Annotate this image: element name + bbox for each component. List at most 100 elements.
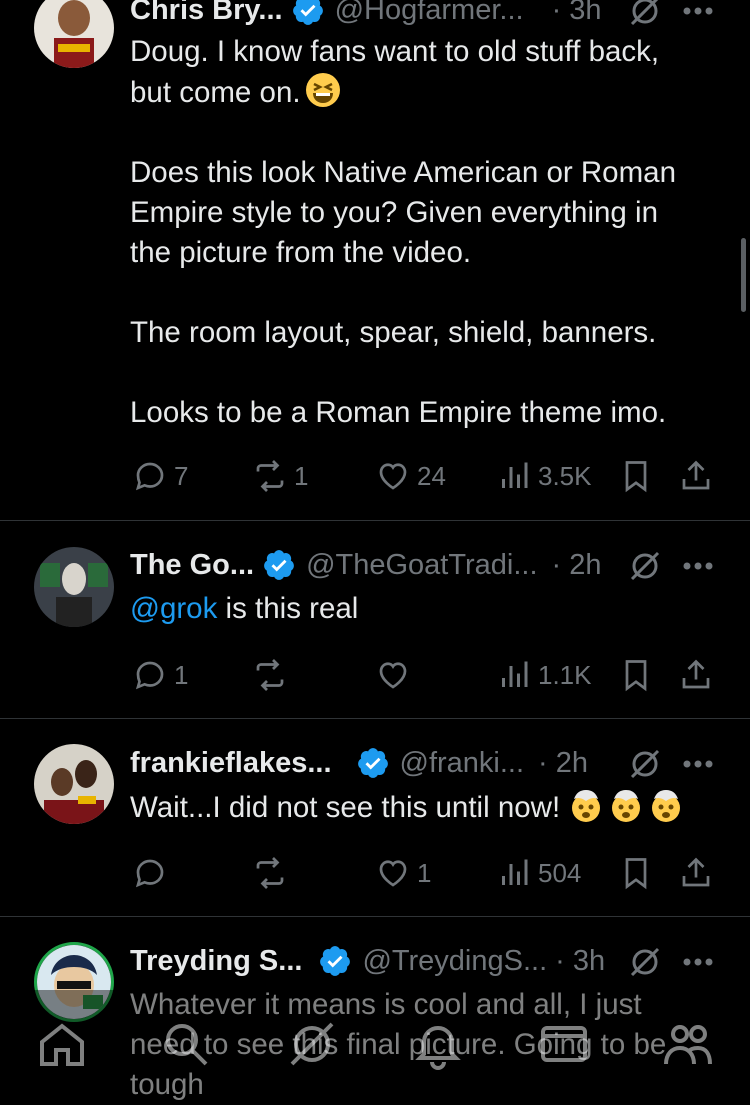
text-line: but come on. <box>130 72 710 113</box>
text-span: Wait...I did not see this until now! <box>130 791 561 824</box>
more-icon[interactable] <box>682 759 714 769</box>
text-line: The room layout, spear, shield, banners. <box>130 316 657 349</box>
exploding-head-emoji-icon <box>572 790 601 822</box>
text-span: but come on. <box>130 76 301 109</box>
timestamp[interactable]: · 3h <box>555 945 605 978</box>
author-name[interactable]: The Go... <box>130 549 254 582</box>
more-icon[interactable] <box>682 561 714 571</box>
avatar[interactable] <box>34 744 114 824</box>
bookmark-button[interactable] <box>618 655 654 695</box>
messages-icon[interactable] <box>538 1018 590 1070</box>
communities-icon[interactable] <box>662 1018 714 1070</box>
avatar[interactable] <box>34 0 114 68</box>
text-line: Looks to be a Roman Empire theme imo. <box>130 396 667 429</box>
bookmark-button[interactable] <box>618 456 654 496</box>
views-button[interactable]: 504 <box>496 853 581 893</box>
author-handle[interactable]: @Hogfarmer... <box>335 0 524 27</box>
grok-icon[interactable] <box>628 945 662 979</box>
reply-icon <box>135 859 164 888</box>
tweet-text: Doug. I know fans want to old stuff back… <box>130 32 710 433</box>
reply-button[interactable]: 7 <box>132 456 188 496</box>
repost-icon <box>256 659 284 691</box>
action-bar: 7 1 24 3.5K <box>130 456 750 496</box>
repost-count: 1 <box>294 460 309 491</box>
text-line: Does this look Native American or Roman <box>130 156 676 189</box>
reply-count: 7 <box>174 460 189 491</box>
bookmark-icon <box>625 660 647 692</box>
text-line: the picture from the video. <box>130 236 472 269</box>
text-span: is this real <box>217 592 359 625</box>
timestamp[interactable]: · 3h <box>552 0 602 27</box>
like-button[interactable]: 1 <box>375 853 431 893</box>
bookmark-button[interactable] <box>618 853 654 893</box>
author-handle[interactable]: @TheGoatTradi... <box>306 549 537 582</box>
share-button[interactable] <box>678 655 714 695</box>
mention-link[interactable]: @grok <box>130 592 217 625</box>
grok-icon[interactable] <box>628 0 662 28</box>
like-count: 24 <box>417 460 446 491</box>
action-bar: 1 504 <box>130 853 750 893</box>
repost-icon <box>256 857 284 889</box>
author-name[interactable]: Chris Bry... <box>130 0 283 27</box>
repost-button[interactable] <box>252 655 288 695</box>
heart-icon <box>379 662 407 689</box>
grok-icon[interactable] <box>286 1018 338 1070</box>
view-count: 504 <box>538 857 582 888</box>
reply-count: 1 <box>174 659 189 690</box>
like-button[interactable]: 24 <box>375 456 446 496</box>
author-name[interactable]: frankieflakes... <box>130 747 332 780</box>
tweet-text: Wait...I did not see this until now! <box>130 787 710 828</box>
view-count: 3.5K <box>538 460 592 491</box>
more-icon[interactable] <box>682 6 714 16</box>
repost-button[interactable] <box>252 853 288 893</box>
author-handle[interactable]: @TreydingS... <box>362 945 547 978</box>
avatar[interactable] <box>34 547 114 627</box>
repost-button[interactable]: 1 <box>252 456 308 496</box>
tweet[interactable]: The Go... @TheGoatTradi... · 2h @grok is… <box>0 521 750 718</box>
more-icon[interactable] <box>682 957 714 967</box>
search-icon[interactable] <box>160 1018 212 1070</box>
action-bar: 1 1.1K <box>130 655 750 695</box>
verified-badge-icon <box>264 550 294 580</box>
author-handle[interactable]: @franki... <box>400 747 525 780</box>
like-count: 1 <box>417 857 432 888</box>
bookmark-icon <box>625 461 647 493</box>
tweet[interactable]: Chris Bry... @Hogfarmer... · 3h Doug. I … <box>0 0 750 520</box>
reply-icon <box>135 661 164 690</box>
text-line: @grok is this real <box>130 589 710 629</box>
verified-badge-icon <box>357 748 388 778</box>
views-button[interactable]: 3.5K <box>496 456 592 496</box>
reply-button[interactable] <box>132 853 168 893</box>
author-name[interactable]: Treyding S... <box>130 945 302 978</box>
bookmark-icon <box>625 858 647 890</box>
text-line: Doug. I know fans want to old stuff back… <box>130 35 660 68</box>
tweet[interactable]: frankieflakes... @franki... · 2h Wait...… <box>0 719 750 916</box>
share-icon <box>682 659 710 689</box>
exploding-head-emoji-icon <box>612 790 641 822</box>
repost-icon <box>256 460 284 492</box>
grok-icon[interactable] <box>628 747 662 781</box>
scrollbar[interactable] <box>741 238 746 312</box>
share-icon <box>682 857 710 887</box>
verified-badge-icon <box>292 0 323 25</box>
timestamp[interactable]: · 2h <box>552 549 602 582</box>
views-icon <box>502 661 528 687</box>
grok-icon[interactable] <box>628 549 662 583</box>
views-button[interactable]: 1.1K <box>496 655 592 695</box>
bottom-tab-bar <box>0 990 750 1101</box>
views-icon <box>502 859 528 885</box>
exploding-head-emoji-icon <box>652 790 681 822</box>
share-button[interactable] <box>678 456 714 496</box>
text-line: Empire style to you? Given everything in <box>130 196 658 229</box>
home-icon[interactable] <box>36 1018 88 1070</box>
reply-button[interactable]: 1 <box>132 655 188 695</box>
share-icon <box>682 460 710 490</box>
timestamp[interactable]: · 2h <box>538 747 588 780</box>
share-button[interactable] <box>678 853 714 893</box>
laughing-emoji-icon <box>305 73 340 107</box>
views-icon <box>502 462 528 488</box>
notifications-icon[interactable] <box>412 1018 464 1070</box>
heart-icon <box>379 860 407 887</box>
like-button[interactable] <box>375 655 411 695</box>
tweet-text: @grok is this real <box>130 589 710 629</box>
